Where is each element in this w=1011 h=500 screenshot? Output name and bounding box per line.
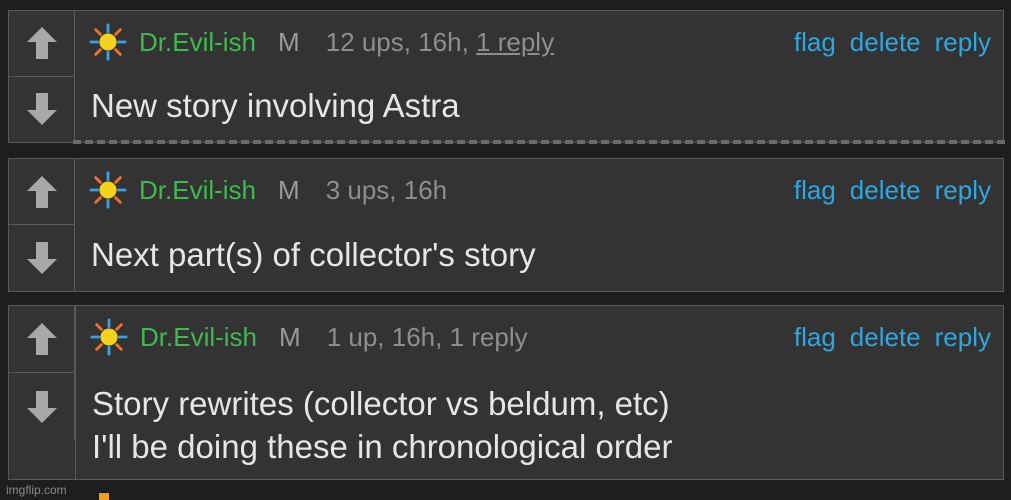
- flag-link[interactable]: flag: [794, 175, 836, 206]
- delete-link[interactable]: delete: [850, 175, 921, 206]
- comment-body: Dr.Evil-ish M 1 up, 16h, 1 reply flag de…: [75, 306, 1003, 479]
- delete-link[interactable]: delete: [850, 27, 921, 58]
- upvote-button[interactable]: [9, 306, 75, 373]
- comment-body: Dr.Evil-ish M 3 ups, 16h flag delete rep…: [75, 159, 1003, 291]
- comment-card: Dr.Evil-ish M 1 up, 16h, 1 reply flag de…: [8, 305, 1004, 480]
- comment-stats: 1 up, 16h, 1 reply: [326, 321, 528, 352]
- downvote-arrow-icon: [27, 93, 57, 126]
- username-link[interactable]: Dr.Evil-ish: [139, 27, 256, 58]
- comment-actions: flag delete reply: [794, 322, 991, 353]
- comment-card: Dr.Evil-ish M 3 ups, 16h flag delete rep…: [8, 158, 1004, 292]
- upvote-button[interactable]: [9, 11, 75, 77]
- reply-link[interactable]: reply: [935, 175, 991, 206]
- flag-link[interactable]: flag: [794, 322, 836, 353]
- vote-column: [9, 306, 75, 440]
- user-badge: M: [278, 174, 300, 205]
- reply-link[interactable]: reply: [935, 27, 991, 58]
- comment-text-line: New story involving Astra: [91, 87, 460, 124]
- comment-actions: flag delete reply: [794, 175, 991, 206]
- downvote-button[interactable]: [9, 225, 75, 291]
- vote-column: [9, 11, 75, 142]
- user-badge: M: [279, 321, 301, 352]
- upvote-arrow-icon: [27, 27, 57, 60]
- downvote-arrow-icon: [27, 242, 57, 274]
- replies-link[interactable]: 1 reply: [476, 27, 554, 57]
- next-comment-edge: [99, 493, 109, 500]
- comment-text: Story rewrites (collector vs beldum, etc…: [92, 382, 991, 468]
- username-link[interactable]: Dr.Evil-ish: [139, 175, 256, 206]
- thread-divider: [73, 140, 1005, 144]
- downvote-button[interactable]: [9, 77, 75, 143]
- sun-icon: [89, 23, 127, 61]
- comment-body: Dr.Evil-ish M 12 ups, 16h, 1 reply flag …: [75, 11, 1003, 142]
- sun-icon: [89, 171, 127, 209]
- reply-link[interactable]: reply: [935, 322, 991, 353]
- upvote-button[interactable]: [9, 159, 75, 225]
- comment-text-line: Story rewrites (collector vs beldum, etc…: [92, 385, 670, 422]
- comment-text: New story involving Astra: [91, 84, 991, 127]
- upvote-arrow-icon: [27, 175, 57, 208]
- downvote-arrow-icon: [27, 390, 57, 423]
- comment-text-line: I'll be doing these in chronological ord…: [92, 428, 673, 465]
- comment-card: Dr.Evil-ish M 12 ups, 16h, 1 reply flag …: [8, 10, 1004, 143]
- downvote-button[interactable]: [9, 373, 75, 440]
- flag-link[interactable]: flag: [794, 27, 836, 58]
- comment-stats: 12 ups, 16h, 1 reply: [325, 26, 555, 57]
- username-link[interactable]: Dr.Evil-ish: [140, 322, 257, 353]
- delete-link[interactable]: delete: [850, 322, 921, 353]
- sun-icon: [90, 318, 128, 356]
- comment-meta: Dr.Evil-ish M 12 ups, 16h, 1 reply flag …: [89, 23, 991, 61]
- comment-stats: 3 ups, 16h: [325, 174, 448, 205]
- user-badge: M: [278, 26, 300, 57]
- comment-meta: Dr.Evil-ish M 3 ups, 16h flag delete rep…: [89, 171, 991, 209]
- comment-actions: flag delete reply: [794, 27, 991, 58]
- upvote-arrow-icon: [27, 323, 57, 355]
- comment-text-line: Next part(s) of collector's story: [91, 236, 536, 273]
- vote-column: [9, 159, 75, 291]
- watermark: imgflip.com: [6, 483, 67, 497]
- comment-text: Next part(s) of collector's story: [91, 233, 991, 276]
- comment-meta: Dr.Evil-ish M 1 up, 16h, 1 reply flag de…: [90, 318, 991, 356]
